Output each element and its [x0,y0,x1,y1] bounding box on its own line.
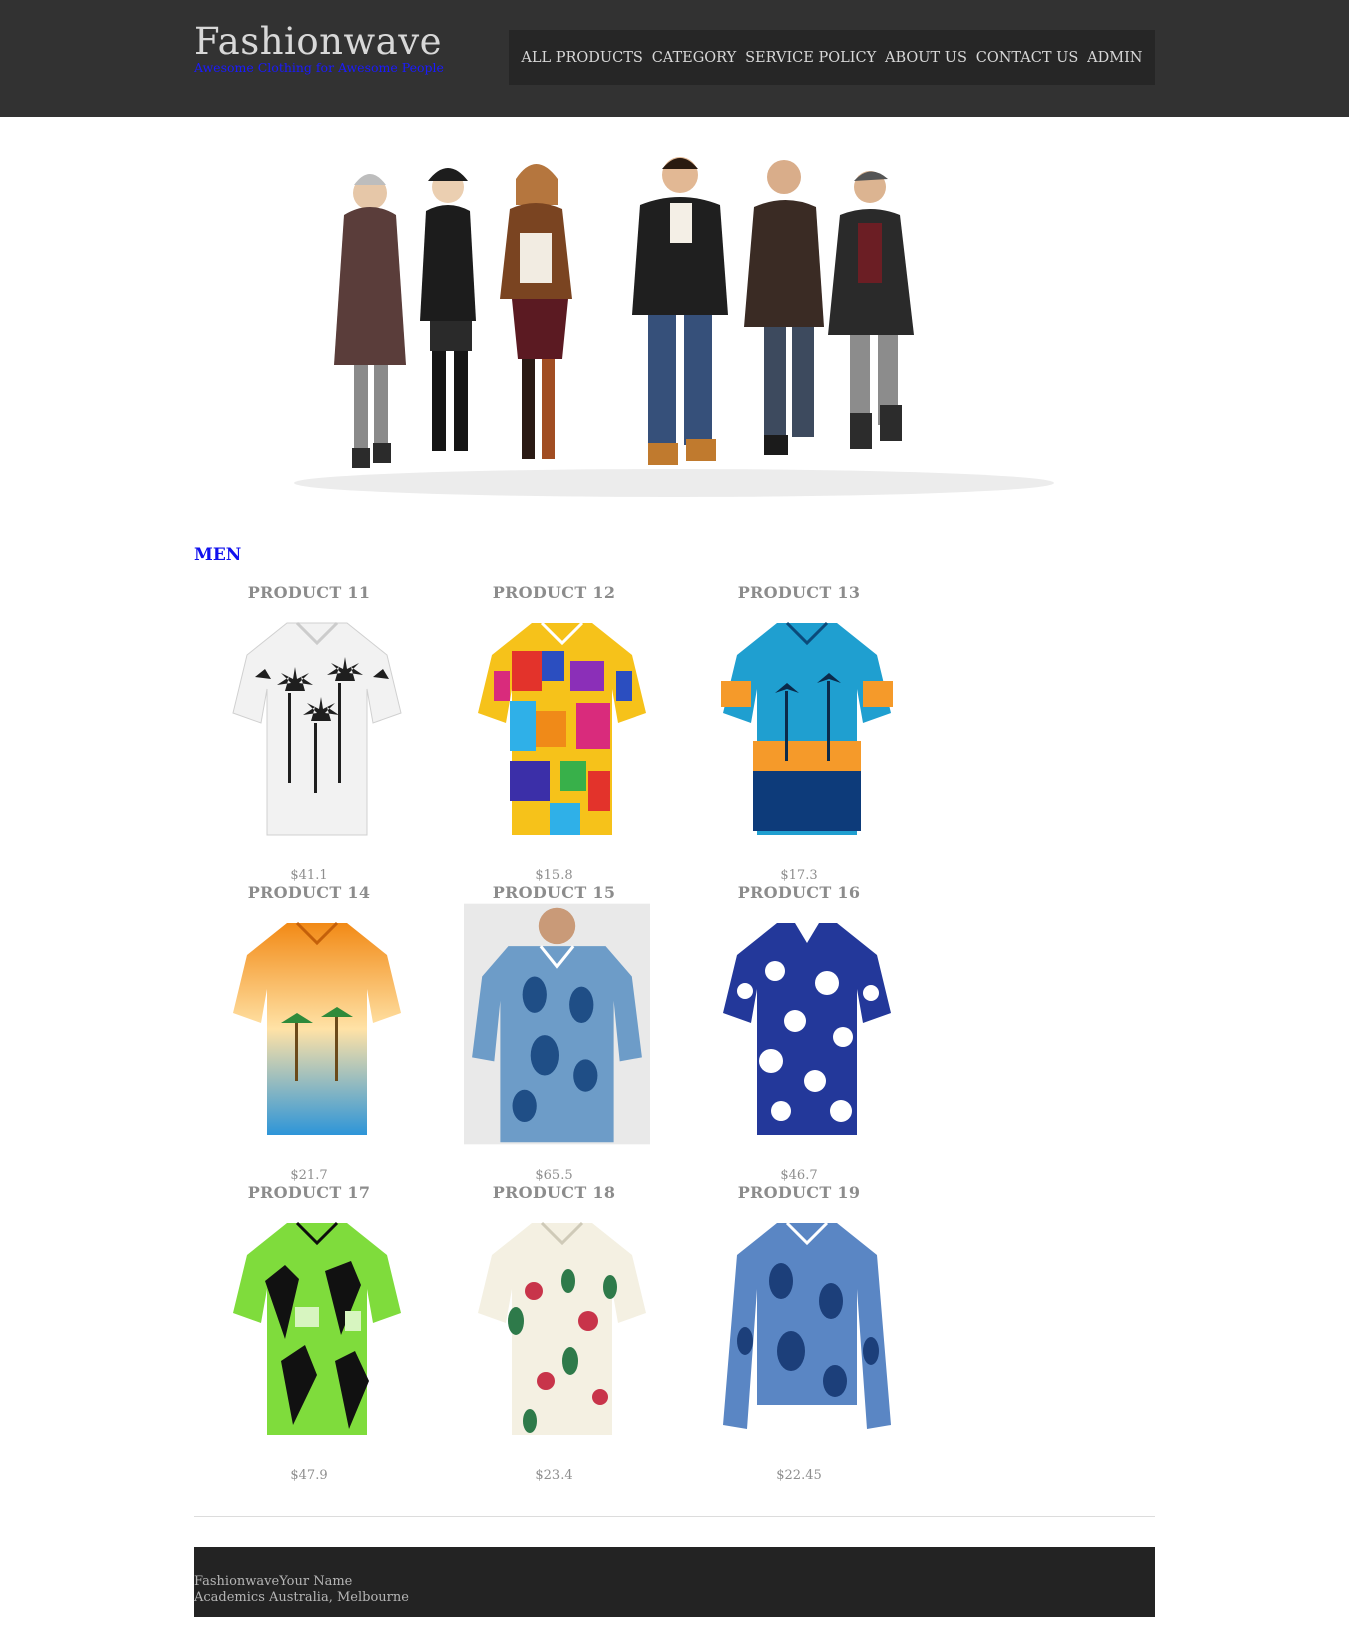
product-title[interactable]: PRODUCT 12 [439,583,669,602]
nav-all-products[interactable]: ALL PRODUCTS [521,50,642,66]
site-footer: FashionwaveYour Name Academics Australia… [194,1547,1155,1617]
section-title: MEN [194,545,242,565]
product-title[interactable]: PRODUCT 13 [684,583,914,602]
nav-admin[interactable]: ADMIN [1087,50,1142,66]
product-image[interactable] [715,1211,899,1449]
product-image[interactable] [225,611,409,849]
product-title[interactable]: PRODUCT 17 [194,1183,424,1202]
product-price: $22.45 [776,1468,822,1483]
product-card[interactable]: PRODUCT 15 $65.5 [439,883,669,1183]
footer-line-location: Academics Australia, Melbourne [194,1590,409,1605]
main-nav: ALL PRODUCTS CATEGORY SERVICE POLICY ABO… [509,30,1155,85]
site-header: Fashionwave Awesome Clothing for Awesome… [0,0,1349,117]
product-card[interactable]: PRODUCT 16 $46.7 [684,883,914,1183]
product-price: $41.1 [290,868,328,883]
nav-service-policy[interactable]: SERVICE POLICY [745,50,876,66]
product-card[interactable]: PRODUCT 17 $47.9 [194,1183,424,1483]
brand: Fashionwave Awesome Clothing for Awesome… [194,20,444,75]
nav-contact-us[interactable]: CONTACT US [976,50,1079,66]
product-image[interactable] [715,911,899,1149]
product-image[interactable] [464,899,650,1149]
hero-banner-image [194,143,1155,500]
footer-line-brand: FashionwaveYour Name [194,1574,353,1589]
product-price: $17.3 [780,868,818,883]
product-title[interactable]: PRODUCT 11 [194,583,424,602]
product-image[interactable] [225,1211,409,1449]
product-image[interactable] [470,611,654,849]
product-image[interactable] [470,1211,654,1449]
product-price: $65.5 [535,1168,573,1183]
product-card[interactable]: PRODUCT 14 $21.7 [194,883,424,1183]
product-image[interactable] [225,911,409,1149]
product-card[interactable]: PRODUCT 18 $23.4 [439,1183,669,1483]
product-price: $23.4 [535,1468,573,1483]
product-title[interactable]: PRODUCT 19 [684,1183,914,1202]
product-title[interactable]: PRODUCT 16 [684,883,914,902]
product-card[interactable]: PRODUCT 13 $17.3 [684,583,914,883]
brand-tagline: Awesome Clothing for Awesome People [194,60,444,75]
nav-about-us[interactable]: ABOUT US [885,50,967,66]
product-price: $15.8 [535,868,573,883]
footer-text: FashionwaveYour Name Academics Australia… [194,1574,409,1606]
product-card[interactable]: PRODUCT 11 $41.1 [194,583,424,883]
product-price: $47.9 [290,1468,328,1483]
product-price: $21.7 [290,1168,328,1183]
nav-category[interactable]: CATEGORY [652,50,737,66]
product-image[interactable] [715,611,899,849]
product-price: $46.7 [780,1168,818,1183]
brand-title[interactable]: Fashionwave [194,20,444,64]
product-title[interactable]: PRODUCT 14 [194,883,424,902]
product-card[interactable]: PRODUCT 19 $22.45 [684,1183,914,1483]
divider [194,1516,1155,1517]
product-title[interactable]: PRODUCT 18 [439,1183,669,1202]
product-card[interactable]: PRODUCT 12 $15.8 [439,583,669,883]
